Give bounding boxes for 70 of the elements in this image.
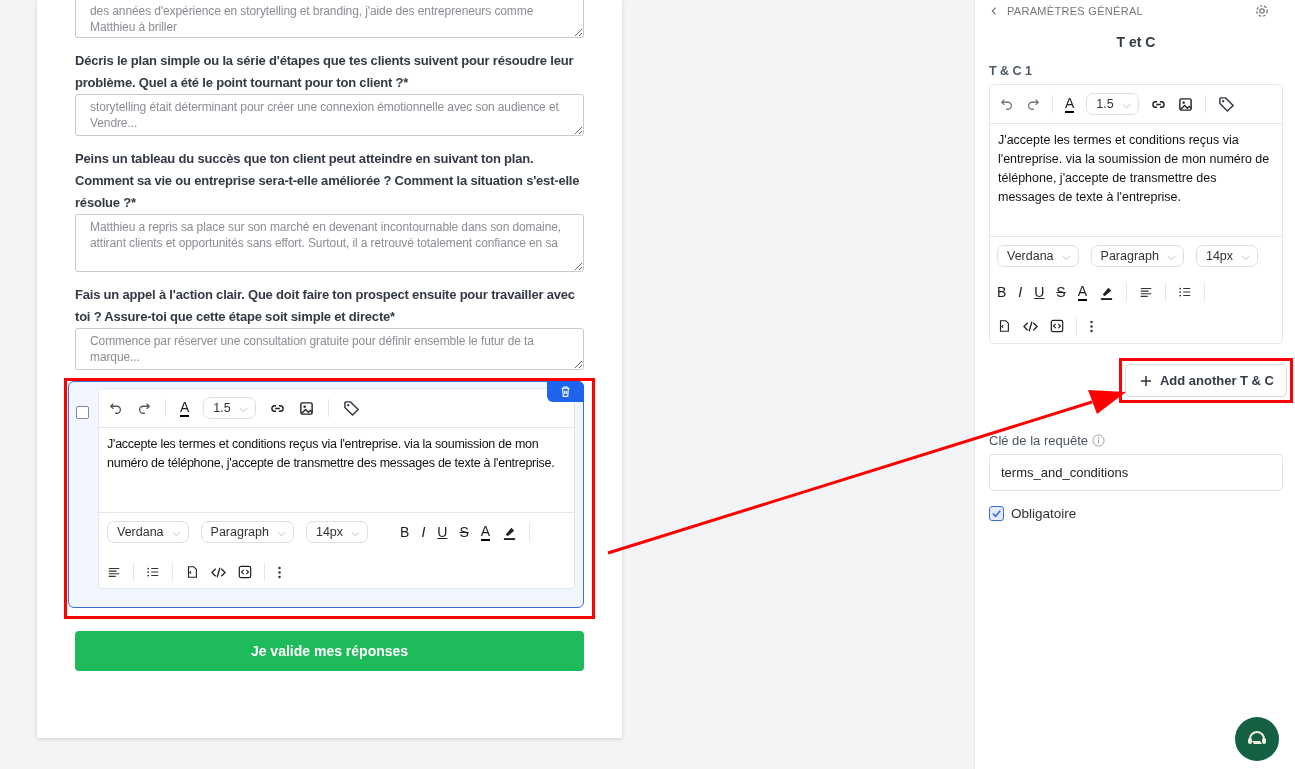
- plus-icon: [1139, 374, 1152, 387]
- delete-button[interactable]: [547, 381, 584, 402]
- checkbox[interactable]: [76, 406, 89, 419]
- italic-button[interactable]: I: [1018, 283, 1023, 301]
- add-button[interactable]: Add another T & C: [1124, 364, 1287, 397]
- checkmark-icon: [991, 508, 1002, 519]
- line-height-select[interactable]: 1.5: [203, 397, 256, 419]
- tag-icon[interactable]: [1217, 95, 1235, 113]
- text-color-button[interactable]: A: [180, 399, 190, 417]
- align-left-icon[interactable]: [107, 565, 121, 579]
- chevron-down-icon: [1241, 255, 1251, 261]
- code-block-icon[interactable]: [1050, 319, 1064, 333]
- strikethrough-button[interactable]: S: [1056, 283, 1066, 301]
- trash-icon: [559, 385, 572, 398]
- font-size-select[interactable]: 14px: [1195, 245, 1259, 267]
- text-color-button[interactable]: A: [480, 523, 491, 541]
- checkbox-label: Obligatoire: [1011, 506, 1077, 521]
- checkbox[interactable]: [989, 506, 1004, 521]
- align-left-icon[interactable]: [1139, 285, 1154, 299]
- image-icon[interactable]: [1177, 96, 1193, 112]
- font-select[interactable]: Verdana: [997, 245, 1079, 267]
- request-key-field[interactable]: terms_and_conditions: [989, 454, 1283, 491]
- settings-icon[interactable]: [1255, 4, 1269, 18]
- block-type-select[interactable]: Paragraph: [1090, 245, 1184, 267]
- panel-title: T et C: [1115, 34, 1157, 50]
- chevron-down-icon: [351, 531, 361, 537]
- text-color-button[interactable]: A: [1065, 95, 1075, 113]
- editor-text[interactable]: J'accepte les termes et conditions reçus via l'entreprise. via la soumission de mon numéro de téléphone, j'accepte de transmettre des messages de texte à l'entreprise.: [99, 428, 574, 512]
- redo-icon[interactable]: [137, 401, 151, 415]
- field-label: T & C 1: [989, 64, 1034, 78]
- chevron-down-icon: [238, 407, 248, 413]
- source-file-icon[interactable]: [997, 319, 1011, 333]
- panel-header: PARAMÈTRES GÉNÉRAL: [1007, 5, 1143, 17]
- answer-field[interactable]: Matthieu a repris sa place sur son marché en devenant incontournable dans son domaine, attirant clients et opportunités sans effort. Surtout, il a retrouvé totalement confiance en sa: [75, 214, 584, 272]
- line-height-select[interactable]: 1.5: [1086, 93, 1139, 115]
- bold-button[interactable]: B: [997, 283, 1007, 301]
- source-file-icon[interactable]: [185, 565, 199, 579]
- info-icon: [1092, 434, 1105, 447]
- font-size-select[interactable]: 14px: [305, 521, 369, 543]
- image-icon[interactable]: [298, 400, 314, 416]
- question-label: Décris le plan simple ou la série d'étapes que tes clients suivent pour résoudre leur problème. Quel a été le point tournant pour ton client ?*: [75, 52, 575, 92]
- editor-text[interactable]: J'accepte les termes et conditions reçus via l'entreprise. via la soumission de mon numéro de téléphone, j'accepte de transmettre des messages de texte à l'entreprise.: [990, 124, 1282, 236]
- strikethrough-button[interactable]: S: [459, 523, 469, 541]
- chevron-down-icon: [171, 531, 181, 537]
- bullet-list-icon[interactable]: [146, 565, 160, 579]
- italic-button[interactable]: I: [421, 523, 426, 541]
- block-type-select[interactable]: Paragraph: [200, 521, 294, 543]
- undo-icon[interactable]: [1000, 97, 1014, 111]
- text-color-button[interactable]: A: [1077, 283, 1088, 301]
- answer-field[interactable]: des années d'expérience en storytelling et branding, j'aide des entrepreneurs comme Matthieu à briller: [75, 0, 584, 38]
- question-label: Peins un tableau du succès que ton client peut atteindre en suivant ton plan. Comment sa vie ou entreprise sera-t-elle améliorée ? Comment la situation s'est-elle résolue ?*: [75, 150, 581, 212]
- underline-button[interactable]: U: [437, 523, 448, 541]
- font-select[interactable]: Verdana: [107, 521, 189, 543]
- chevron-down-icon: [276, 531, 286, 537]
- bold-button[interactable]: B: [400, 523, 410, 541]
- redo-icon[interactable]: [1026, 97, 1040, 111]
- question-label: Fais un appel à l'action clair. Que doit faire ton prospect ensuite pour travailler avec toi ? Assure-toi que cette étape soit simple et directe*: [75, 286, 576, 326]
- field-label: Clé de la requête: [989, 433, 1088, 448]
- bullet-list-icon[interactable]: [1178, 285, 1193, 299]
- chevron-down-icon: [1061, 255, 1071, 261]
- more-options-icon[interactable]: [277, 564, 282, 580]
- undo-icon[interactable]: [109, 401, 123, 415]
- answer-field[interactable]: storytelling était déterminant pour créer une connexion émotionnelle avec son audience et Vendre...: [75, 94, 584, 136]
- chevron-down-icon: [1166, 255, 1176, 261]
- answer-field[interactable]: Commence par réserver une consultation gratuite pour définir ensemble le futur de ta marque...: [75, 328, 584, 370]
- underline-button[interactable]: U: [1034, 283, 1045, 301]
- more-options-icon[interactable]: [1089, 318, 1094, 334]
- chevron-down-icon: [1121, 103, 1131, 109]
- code-block-icon[interactable]: [238, 565, 252, 579]
- tag-icon[interactable]: [342, 399, 360, 417]
